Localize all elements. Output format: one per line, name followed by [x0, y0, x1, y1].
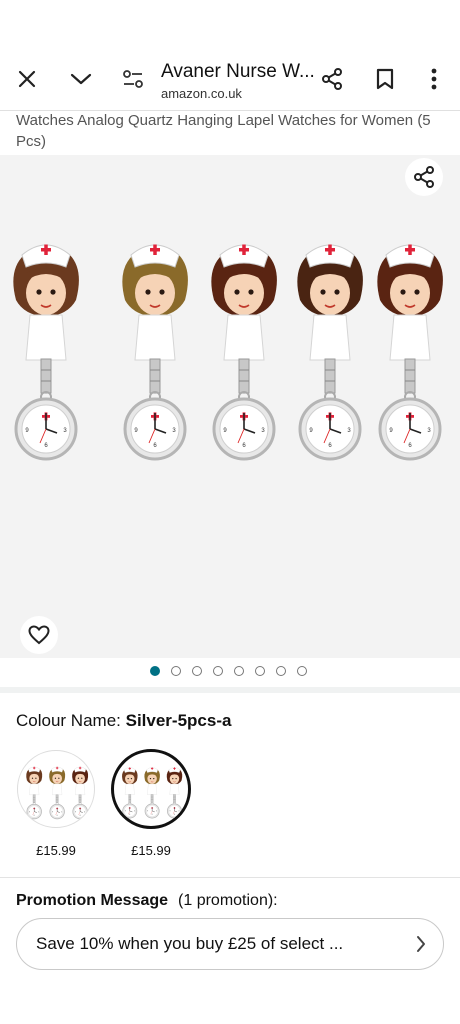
- product-title: Watches Analog Quartz Hanging Lapel Watc…: [16, 112, 431, 150]
- promotion-heading: Promotion Message (1 promotion):: [16, 892, 278, 910]
- page-title[interactable]: Avaner Nurse W...: [161, 61, 315, 83]
- carousel-dot[interactable]: [276, 666, 286, 676]
- nurse-watch: 6 9 3: [49, 766, 66, 820]
- browser-toolbar: Avaner Nurse W... amazon.co.uk: [0, 48, 460, 110]
- promotion-text: Save 10% when you buy £25 of select ...: [36, 934, 344, 953]
- nurse-watch: 6 9 3: [26, 766, 43, 820]
- nurse-watch: 6 9 3: [297, 244, 363, 461]
- colour-option-image: 6 9 3 6 9 3 6 9 3: [26, 766, 89, 820]
- chevron-down-icon[interactable]: [66, 64, 96, 94]
- colour-option-price: £15.99: [131, 843, 171, 858]
- more-vertical-icon[interactable]: [419, 64, 449, 94]
- share-icon: [414, 166, 434, 188]
- colour-name: Colour Name: Silver-5pcs-a: [16, 711, 231, 731]
- product-image: 6 9 3 6 9 3 6 9 3 6 9 3 6 9 3: [13, 244, 443, 461]
- colour-option-2[interactable]: 6 9 3 6 9 3 6 9 3: [111, 749, 191, 829]
- close-icon[interactable]: [12, 64, 42, 94]
- section-separator: [0, 687, 460, 693]
- share-icon[interactable]: [317, 64, 347, 94]
- promotion-button[interactable]: Save 10% when you buy £25 of select ...: [16, 918, 444, 970]
- nurse-watch: 6 9 3: [122, 767, 138, 819]
- colour-option-price: £15.99: [36, 843, 76, 858]
- colour-label: Colour Name:: [16, 711, 121, 730]
- nurse-watch: 6 9 3: [144, 767, 160, 819]
- section-divider: [0, 877, 460, 878]
- carousel-dot[interactable]: [297, 666, 307, 676]
- carousel-dot[interactable]: [171, 666, 181, 676]
- carousel-dot[interactable]: [150, 666, 160, 676]
- nurse-watch: 6 9 3: [72, 766, 89, 820]
- page-settings-icon[interactable]: [118, 64, 148, 94]
- nurse-watch: 6 9 3: [166, 767, 183, 819]
- wishlist-button[interactable]: [20, 616, 58, 654]
- carousel-dot[interactable]: [255, 666, 265, 676]
- nurse-watch: 6 9 3: [211, 244, 277, 461]
- heart-icon: [28, 625, 50, 645]
- carousel-dot[interactable]: [234, 666, 244, 676]
- page-domain: amazon.co.uk: [161, 86, 242, 101]
- carousel-dot[interactable]: [213, 666, 223, 676]
- nurse-watch: 6 9 3: [13, 244, 79, 461]
- promotion-count: (1 promotion):: [178, 892, 278, 909]
- nurse-watch: 6 9 3: [377, 244, 443, 461]
- colour-option-1[interactable]: 6 9 3 6 9 3 6 9 3: [17, 750, 95, 828]
- colour-value: Silver-5pcs-a: [125, 711, 232, 730]
- colour-option-image: 6 9 3 6 9 3 6 9 3: [122, 767, 183, 819]
- bookmark-icon[interactable]: [370, 64, 400, 94]
- product-image-gallery[interactable]: 6 9 3 6 9 3 6 9 3 6 9 3 6 9 3: [0, 155, 460, 658]
- nurse-watch: 6 9 3: [122, 244, 188, 461]
- carousel-dot[interactable]: [192, 666, 202, 676]
- image-share-button[interactable]: [405, 158, 443, 196]
- promotion-title: Promotion Message: [16, 892, 169, 909]
- image-carousel-dots[interactable]: [150, 666, 307, 676]
- chevron-right-icon: [415, 934, 427, 959]
